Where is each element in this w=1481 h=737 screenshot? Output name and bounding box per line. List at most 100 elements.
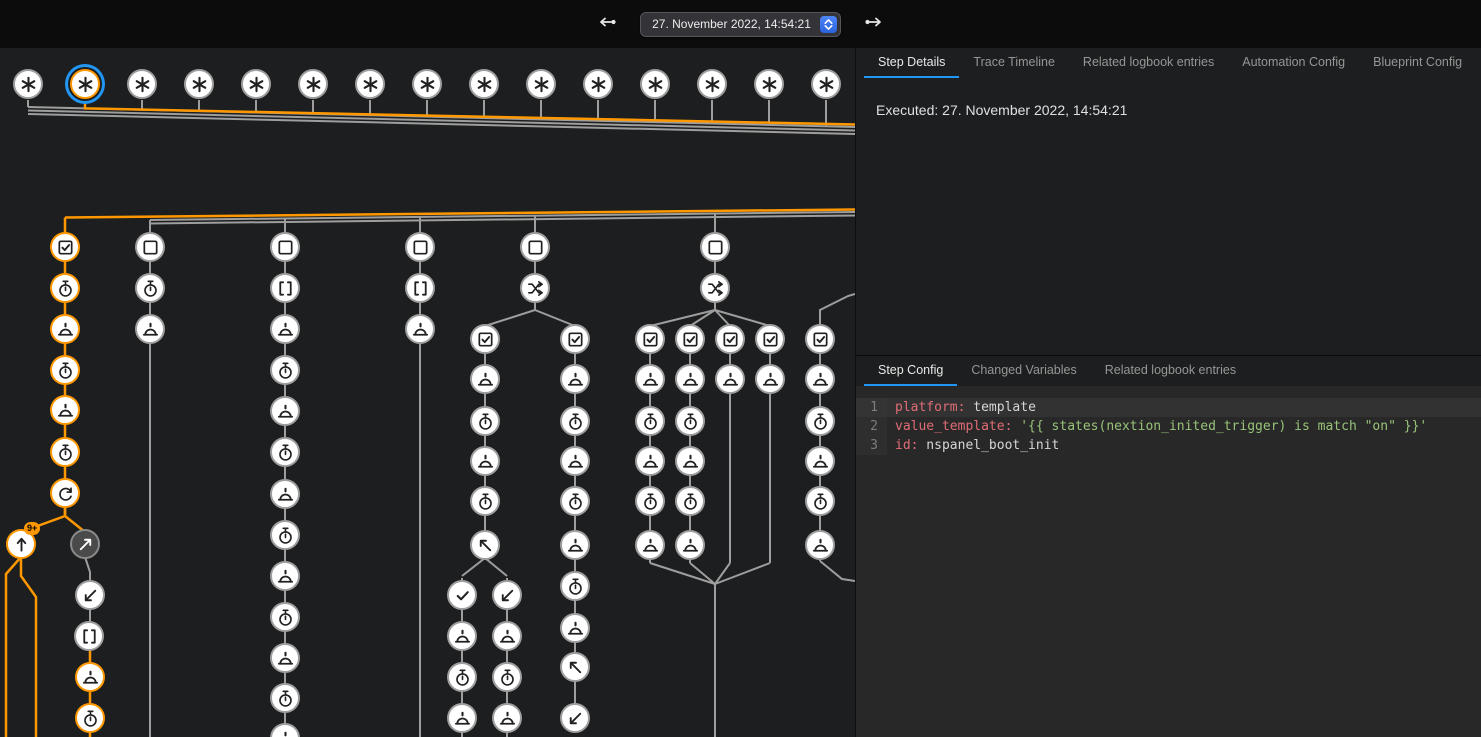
trace-node-asterisk[interactable] [127, 69, 157, 99]
trace-node-timer[interactable] [50, 437, 80, 467]
trace-node-arrow-sw[interactable] [75, 580, 105, 610]
tab-related-logbook-entries[interactable]: Related logbook entries [1069, 48, 1228, 78]
trace-node-timer[interactable] [635, 486, 665, 516]
trace-node-bell[interactable] [675, 364, 705, 394]
trace-node-asterisk[interactable] [298, 69, 328, 99]
trace-node-bell[interactable] [675, 446, 705, 476]
trace-node-bell[interactable] [447, 703, 477, 733]
tab-blueprint-config[interactable]: Blueprint Config [1359, 48, 1476, 78]
trace-node-bell[interactable] [805, 364, 835, 394]
trace-node-bell[interactable] [470, 446, 500, 476]
trace-node-checkbox[interactable] [805, 324, 835, 354]
trace-node-asterisk[interactable] [754, 69, 784, 99]
trace-node-timer[interactable] [560, 486, 590, 516]
trace-node-bell[interactable] [492, 621, 522, 651]
run-select[interactable]: 27. November 2022, 14:54:21 [640, 12, 841, 37]
trace-node-timer[interactable] [75, 703, 105, 733]
trace-node-choose[interactable] [520, 273, 550, 303]
trace-node-bell[interactable] [270, 561, 300, 591]
trace-node-checkbox[interactable] [635, 324, 665, 354]
tab-automation-config[interactable]: Automation Config [1228, 48, 1359, 78]
trace-node-bell[interactable] [560, 446, 590, 476]
tab-trace-timeline[interactable]: Trace Timeline [959, 48, 1069, 78]
trace-node-checkbox[interactable] [50, 232, 80, 262]
trace-node-timer[interactable] [50, 355, 80, 385]
trace-node-timer[interactable] [635, 406, 665, 436]
trace-node-timer[interactable] [135, 273, 165, 303]
trace-node-timer[interactable] [675, 486, 705, 516]
trace-node-brackets[interactable] [405, 273, 435, 303]
trace-node-check[interactable] [447, 580, 477, 610]
trace-node-bell[interactable] [470, 364, 500, 394]
trace-node-bell[interactable] [75, 662, 105, 692]
trace-node-square[interactable] [405, 232, 435, 262]
trace-node-square[interactable] [135, 232, 165, 262]
trace-node-asterisk[interactable] [469, 69, 499, 99]
trace-node-timer[interactable] [470, 406, 500, 436]
trace-node-timer[interactable] [560, 406, 590, 436]
trace-node-bell[interactable] [50, 314, 80, 344]
trace-node-checkbox[interactable] [755, 324, 785, 354]
trace-node-bell[interactable] [635, 446, 665, 476]
trace-node-checkbox[interactable] [715, 324, 745, 354]
trace-node-timer[interactable] [270, 355, 300, 385]
trace-node-bell[interactable] [715, 364, 745, 394]
trace-node-bell[interactable] [270, 314, 300, 344]
trace-node-bell[interactable] [270, 643, 300, 673]
trace-node-timer[interactable] [270, 520, 300, 550]
trace-node-bell[interactable] [560, 613, 590, 643]
trace-node-arrow-sw[interactable] [560, 703, 590, 733]
trace-node-checkbox[interactable] [470, 324, 500, 354]
trace-node-asterisk[interactable] [70, 69, 100, 99]
trace-node-timer[interactable] [270, 602, 300, 632]
trace-node-timer[interactable] [270, 437, 300, 467]
tab-step-config[interactable]: Step Config [864, 356, 957, 386]
trace-node-arrow-nw[interactable] [470, 530, 500, 560]
trace-node-asterisk[interactable] [355, 69, 385, 99]
trace-node-arrow-sw[interactable] [492, 580, 522, 610]
trace-node-asterisk[interactable] [583, 69, 613, 99]
trace-node-bell[interactable] [405, 314, 435, 344]
trace-node-timer[interactable] [470, 486, 500, 516]
trace-node-timer[interactable] [675, 406, 705, 436]
tab-changed-variables[interactable]: Changed Variables [957, 356, 1090, 386]
trace-node-bell[interactable] [675, 530, 705, 560]
trace-node-asterisk[interactable] [13, 69, 43, 99]
trace-node-timer[interactable] [270, 683, 300, 713]
trace-node-bell[interactable] [270, 396, 300, 426]
trace-node-arrow-nw[interactable] [560, 652, 590, 682]
trace-node-timer[interactable] [805, 406, 835, 436]
trace-node-asterisk[interactable] [526, 69, 556, 99]
trace-node-bell[interactable] [805, 446, 835, 476]
trace-node-bell[interactable] [50, 395, 80, 425]
trace-node-bell[interactable] [270, 479, 300, 509]
trace-node-timer[interactable] [560, 571, 590, 601]
trace-node-bell[interactable] [447, 621, 477, 651]
previous-run-button[interactable] [590, 7, 624, 41]
trace-node-bell[interactable] [492, 703, 522, 733]
trace-node-timer[interactable] [492, 662, 522, 692]
next-run-button[interactable] [857, 7, 891, 41]
trace-node-checkbox[interactable] [675, 324, 705, 354]
trace-node-arrow-ne[interactable] [70, 529, 100, 559]
trace-node-asterisk[interactable] [811, 69, 841, 99]
trace-node-asterisk[interactable] [184, 69, 214, 99]
trace-node-timer[interactable] [50, 273, 80, 303]
trace-node-bell[interactable] [560, 364, 590, 394]
trace-node-asterisk[interactable] [697, 69, 727, 99]
trace-node-bell[interactable] [135, 314, 165, 344]
trace-node-choose[interactable] [700, 273, 730, 303]
trace-node-checkbox[interactable] [560, 324, 590, 354]
trace-node-asterisk[interactable] [640, 69, 670, 99]
trace-node-bell[interactable] [805, 530, 835, 560]
trace-node-bell[interactable] [635, 364, 665, 394]
trace-node-asterisk[interactable] [241, 69, 271, 99]
trace-node-timer[interactable] [805, 486, 835, 516]
trace-node-repeat[interactable] [50, 478, 80, 508]
trace-node-timer[interactable] [447, 662, 477, 692]
trace-node-bell[interactable] [560, 530, 590, 560]
trace-node-square[interactable] [270, 232, 300, 262]
trace-node-bell[interactable] [635, 530, 665, 560]
trace-node-bell[interactable] [755, 364, 785, 394]
trace-node-square[interactable] [520, 232, 550, 262]
